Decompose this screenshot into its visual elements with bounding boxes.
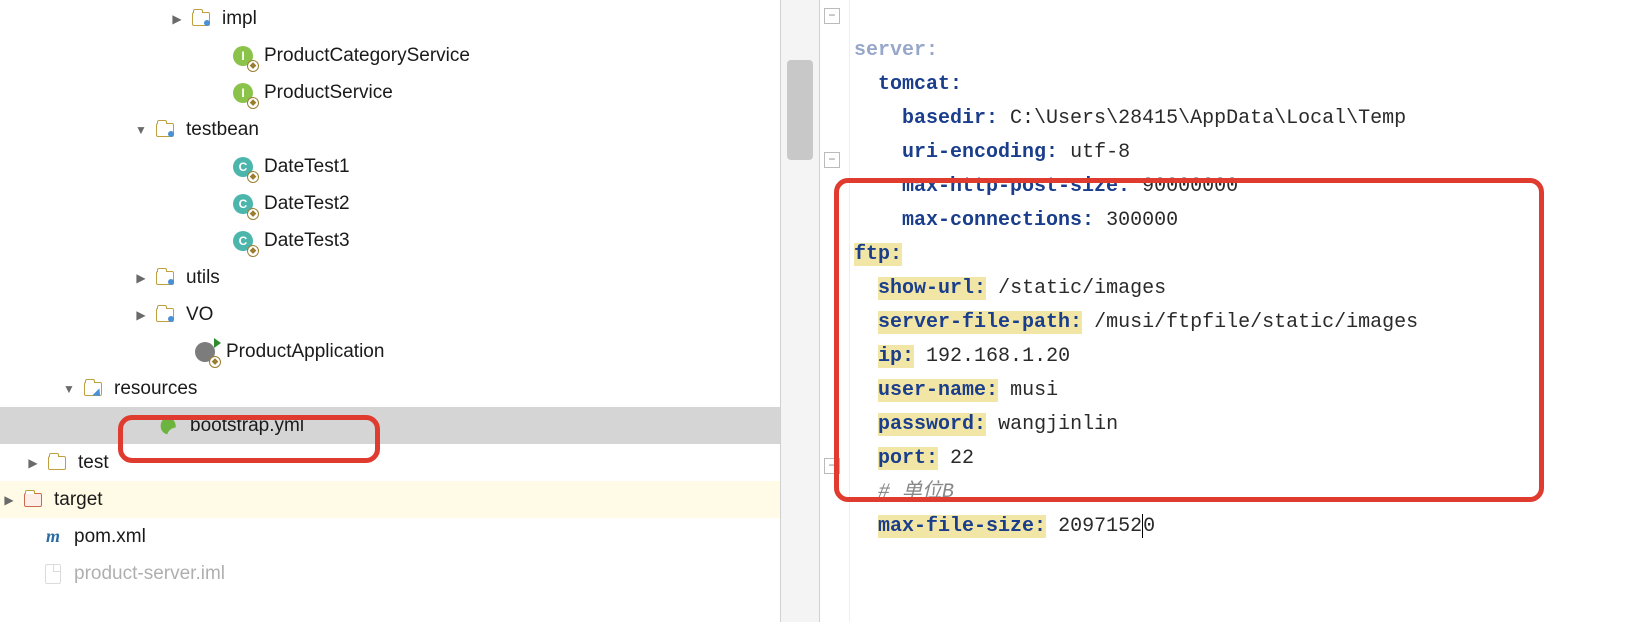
yaml-value: 192.168.1.20 [926, 345, 1070, 368]
tree-label: impl [222, 8, 257, 30]
resources-folder-icon [82, 378, 104, 400]
code-editor[interactable]: − − − server: tomcat: basedir: C:\Users\… [820, 0, 1650, 622]
chevron-down-icon[interactable]: ▼ [60, 382, 78, 396]
tree-label: testbean [186, 119, 259, 141]
yaml-key-max-connections: max-connections: [902, 209, 1094, 232]
tree-label: pom.xml [74, 526, 146, 548]
spring-config-icon [158, 415, 180, 437]
tree-item-testbean[interactable]: ▼ testbean [0, 111, 780, 148]
yaml-value: 2097152 [1058, 515, 1142, 538]
tree-item-pom-xml[interactable]: ▶ m pom.xml [0, 518, 780, 555]
tree-label: DateTest2 [264, 193, 350, 215]
yaml-key-server-file-path: server-file-path: [878, 311, 1082, 334]
tree-item-test[interactable]: ▶ test [0, 444, 780, 481]
tree-label: DateTest1 [264, 156, 350, 178]
yaml-key-ftp: ftp: [854, 243, 902, 266]
tree-item-target[interactable]: ▶ target [0, 481, 780, 518]
package-folder-icon [154, 119, 176, 141]
fold-icon[interactable]: − [824, 152, 840, 168]
tree-item-datetest3[interactable]: ▶ C⬥ DateTest3 [0, 222, 780, 259]
package-folder-icon [154, 267, 176, 289]
padlock-icon: ⬥ [209, 356, 221, 368]
tree-item-iml[interactable]: ▶ product-server.iml [0, 555, 780, 592]
chevron-right-icon[interactable]: ▶ [168, 12, 186, 26]
tree-label: ProductService [264, 82, 393, 104]
tree-item-utils[interactable]: ▶ utils [0, 259, 780, 296]
yaml-key-server: server: [854, 39, 938, 62]
yaml-value: wangjinlin [998, 413, 1118, 436]
tree-label: product-server.iml [74, 563, 225, 585]
chevron-right-icon[interactable]: ▶ [0, 493, 18, 507]
class-icon: C⬥ [232, 193, 254, 215]
yaml-key-max-file-size: max-file-size: [878, 515, 1046, 538]
yaml-comment: # 单位B [878, 481, 954, 504]
yaml-key-port: port: [878, 447, 938, 470]
tree-label: target [54, 489, 103, 511]
chevron-right-icon[interactable]: ▶ [24, 456, 42, 470]
chevron-right-icon[interactable]: ▶ [132, 271, 150, 285]
fold-icon[interactable]: − [824, 458, 840, 474]
tree-label: utils [186, 267, 220, 289]
padlock-icon: ⬥ [247, 208, 259, 220]
yaml-value: 90000000 [1142, 175, 1238, 198]
scrollbar-thumb[interactable] [787, 60, 813, 160]
tree-item-product-service[interactable]: ▶ I⬥ ProductService [0, 74, 780, 111]
package-folder-icon [190, 8, 212, 30]
tree-item-datetest2[interactable]: ▶ C⬥ DateTest2 [0, 185, 780, 222]
class-icon: C⬥ [232, 230, 254, 252]
yaml-value: C:\Users\28415\AppData\Local\Temp [1010, 107, 1406, 130]
class-icon: C⬥ [232, 156, 254, 178]
tree-item-vo[interactable]: ▶ VO [0, 296, 780, 333]
excluded-folder-icon [22, 489, 44, 511]
tree-label: test [78, 452, 109, 474]
file-icon [42, 563, 64, 585]
tree-label: resources [114, 378, 197, 400]
yaml-value: 300000 [1106, 209, 1178, 232]
chevron-right-icon[interactable]: ▶ [132, 308, 150, 322]
yaml-value: /musi/ftpfile/static/images [1094, 311, 1418, 334]
tree-item-impl[interactable]: ▶ impl [0, 0, 780, 37]
tree-label: ProductCategoryService [264, 45, 470, 67]
code-content[interactable]: server: tomcat: basedir: C:\Users\28415\… [854, 0, 1650, 622]
split-divider[interactable] [780, 0, 820, 622]
spring-boot-app-icon: ⬥ [194, 341, 216, 363]
yaml-key-uri-encoding: uri-encoding: [902, 141, 1058, 164]
tree-item-datetest1[interactable]: ▶ C⬥ DateTest1 [0, 148, 780, 185]
yaml-key-user-name: user-name: [878, 379, 998, 402]
tree-item-product-application[interactable]: ▶ ⬥ ProductApplication [0, 333, 780, 370]
tree-item-resources[interactable]: ▼ resources [0, 370, 780, 407]
yaml-key-tomcat: tomcat: [878, 73, 962, 96]
tree-label: ProductApplication [226, 341, 384, 363]
yaml-value: /static/images [998, 277, 1166, 300]
yaml-value: 0 [1143, 515, 1155, 538]
editor-gutter: − − − [820, 0, 850, 622]
fold-icon[interactable]: − [824, 8, 840, 24]
chevron-down-icon[interactable]: ▼ [132, 123, 150, 137]
padlock-icon: ⬥ [247, 245, 259, 257]
yaml-key-basedir: basedir: [902, 107, 998, 130]
tree-label: DateTest3 [264, 230, 350, 252]
tree-label: bootstrap.yml [190, 415, 304, 437]
run-icon [214, 338, 221, 348]
folder-icon [46, 452, 68, 474]
tree-item-bootstrap-yml[interactable]: ▶ bootstrap.yml [0, 407, 780, 444]
maven-icon: m [42, 526, 64, 548]
padlock-icon: ⬥ [247, 60, 259, 72]
package-folder-icon [154, 304, 176, 326]
yaml-value: musi [1010, 379, 1058, 402]
yaml-value: utf-8 [1070, 141, 1130, 164]
yaml-key-password: password: [878, 413, 986, 436]
padlock-icon: ⬥ [247, 97, 259, 109]
yaml-key-max-http-post-size: max-http-post-size: [902, 175, 1130, 198]
project-tree-pane[interactable]: ▶ impl ▶ I⬥ ProductCategoryService ▶ I⬥ … [0, 0, 780, 622]
yaml-value: 22 [950, 447, 974, 470]
interface-icon: I⬥ [232, 45, 254, 67]
tree-item-product-category-service[interactable]: ▶ I⬥ ProductCategoryService [0, 37, 780, 74]
yaml-key-ip: ip: [878, 345, 914, 368]
tree-label: VO [186, 304, 213, 326]
yaml-key-show-url: show-url: [878, 277, 986, 300]
padlock-icon: ⬥ [247, 171, 259, 183]
interface-icon: I⬥ [232, 82, 254, 104]
